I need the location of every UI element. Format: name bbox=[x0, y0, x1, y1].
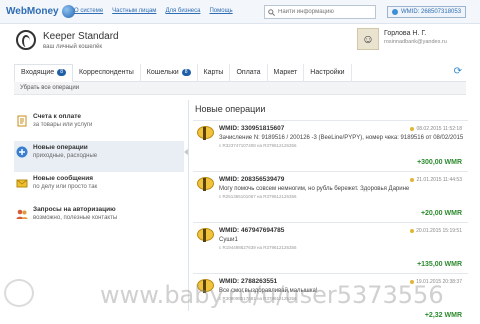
operation-route: с R323747107408 на R379612126356 bbox=[219, 143, 297, 148]
operation-route: с R194498627639 на R379612126356 bbox=[219, 245, 297, 250]
status-dot-icon bbox=[410, 127, 415, 131]
sidebar-item-title: Запросы на авторизацию bbox=[33, 206, 116, 213]
top-bar: WebMoney О системе Частным лицам Для биз… bbox=[0, 0, 480, 24]
wmid-label: WMID: 268507318053 bbox=[401, 9, 462, 15]
tab-label: Карты bbox=[203, 69, 224, 76]
operation-description: Могу помочь совсем немногим, но рубль бе… bbox=[219, 186, 410, 192]
sidebar: Счета к оплате за товары или услуги Новые… bbox=[14, 110, 184, 234]
wmid-icon bbox=[392, 9, 398, 15]
bee-icon bbox=[197, 177, 214, 191]
nav-personal-link[interactable]: Частным лицам bbox=[112, 8, 156, 14]
sidebar-item-subtitle: приходные, расходные bbox=[33, 153, 98, 159]
envelope-icon bbox=[16, 179, 28, 188]
operation-date-text: 21.01.2015 11:44:53 bbox=[416, 177, 462, 183]
refresh-icon[interactable]: ⟳ bbox=[454, 66, 462, 77]
remove-all-operations-link[interactable]: Убрать все операции bbox=[14, 82, 466, 95]
logo-text: WebMoney bbox=[6, 6, 59, 17]
tab-badge: 8 bbox=[181, 69, 191, 76]
operation-description: Зачисление N: 9189516 / 200126 -3 (BeeLi… bbox=[219, 135, 464, 141]
webmoney-logo[interactable]: WebMoney bbox=[6, 5, 75, 18]
search-icon[interactable] bbox=[268, 8, 275, 16]
wmid-button[interactable]: WMID: 268507318053 bbox=[387, 6, 467, 18]
operation-date-text: 20.01.2015 15:19:51 bbox=[416, 228, 462, 234]
operation-route: с R251365101067 на R379612126356 bbox=[219, 194, 297, 199]
invoice-icon bbox=[17, 115, 27, 127]
tab-inbox[interactable]: Входящие 8 bbox=[14, 63, 73, 82]
list-item[interactable]: WMID: 467947694785 20.01.2015 15:19:51 С… bbox=[193, 222, 468, 273]
operation-date: 08.02.2015 11:52:18 bbox=[410, 126, 462, 132]
users-icon bbox=[16, 209, 28, 219]
nav-help-link[interactable]: Помощь bbox=[209, 8, 232, 14]
top-nav: О системе Частным лицам Для бизнеса Помо… bbox=[74, 8, 233, 14]
operation-amount: +20,00 WMR bbox=[420, 210, 462, 217]
search-input[interactable] bbox=[278, 9, 373, 15]
tab-label: Корреспонденты bbox=[78, 69, 134, 76]
tab-label: Настройки bbox=[310, 69, 345, 76]
sidebar-item-subtitle: возможно, полезные контакты bbox=[33, 215, 118, 221]
operation-date: 21.01.2015 11:44:53 bbox=[410, 177, 462, 183]
operation-amount: +135,00 WMR bbox=[417, 261, 462, 268]
operation-amount: +2,32 WMR bbox=[424, 312, 462, 319]
tab-badge: 8 bbox=[57, 69, 66, 76]
tab-label: Входящие bbox=[21, 69, 55, 76]
operation-date: 20.01.2015 15:19:51 bbox=[410, 228, 462, 234]
sidebar-item-subtitle: по делу или просто так bbox=[33, 184, 98, 190]
bee-icon bbox=[197, 126, 214, 140]
tab-correspondents[interactable]: Корреспонденты bbox=[73, 63, 141, 82]
user-email: rosinnadbank@yandex.ru bbox=[384, 39, 447, 45]
sidebar-item-operations[interactable]: Новые операции приходные, расходные bbox=[14, 141, 184, 172]
keeper-title: Keeper Standard bbox=[43, 30, 119, 42]
tab-market[interactable]: Маркет bbox=[268, 63, 305, 82]
keeper-logo-icon bbox=[16, 30, 36, 50]
tab-label: Маркет bbox=[273, 69, 298, 76]
tab-wallets[interactable]: Кошельки 8 bbox=[141, 63, 198, 82]
watermark: www.baby.ru/u/user5373556 bbox=[100, 281, 444, 309]
watermark-logo-icon bbox=[4, 279, 34, 307]
search-box bbox=[264, 5, 376, 19]
tab-label: Кошельки bbox=[146, 69, 179, 76]
tab-payment[interactable]: Оплата bbox=[230, 63, 268, 82]
main-tabs: Входящие 8 Корреспонденты Кошельки 8 Кар… bbox=[14, 63, 466, 82]
operation-date-text: 08.02.2015 11:52:18 bbox=[416, 126, 462, 132]
nav-business-link[interactable]: Для бизнеса bbox=[165, 8, 200, 14]
tab-cards[interactable]: Карты bbox=[198, 63, 231, 82]
sidebar-item-subtitle: за товары или услуги bbox=[33, 122, 93, 128]
operation-amount: +300,00 WMR bbox=[417, 159, 462, 166]
page-title: Новые операции bbox=[195, 104, 266, 114]
keeper-header: Keeper Standard ваш личный кошелёк bbox=[16, 30, 119, 50]
tab-settings[interactable]: Настройки bbox=[304, 63, 352, 82]
status-dot-icon bbox=[410, 229, 415, 233]
sidebar-item-invoices[interactable]: Счета к оплате за товары или услуги bbox=[14, 110, 184, 141]
list-item[interactable]: WMID: 208356539479 21.01.2015 11:44:53 М… bbox=[193, 171, 468, 222]
keeper-subtitle: ваш личный кошелёк bbox=[43, 43, 103, 50]
list-item[interactable]: WMID: 330951815607 08.02.2015 11:52:18 З… bbox=[193, 120, 468, 171]
user-name: Горлова Н. Г. bbox=[384, 30, 427, 37]
status-dot-icon bbox=[410, 178, 415, 182]
globe-icon bbox=[61, 5, 75, 18]
nav-about-link[interactable]: О системе bbox=[74, 8, 103, 14]
operation-description: Суши1 bbox=[219, 237, 238, 243]
sidebar-item-title: Новые сообщения bbox=[33, 175, 94, 182]
sidebar-item-messages[interactable]: Новые сообщения по делу или просто так bbox=[14, 172, 184, 203]
avatar[interactable]: ☺ bbox=[357, 28, 379, 50]
sidebar-item-auth-requests[interactable]: Запросы на авторизацию возможно, полезные… bbox=[14, 203, 184, 234]
bee-icon bbox=[197, 228, 214, 242]
sidebar-item-title: Счета к оплате bbox=[33, 113, 82, 120]
operations-icon bbox=[16, 146, 28, 158]
user-profile[interactable]: ☺ Горлова Н. Г. rosinnadbank@yandex.ru bbox=[357, 28, 447, 50]
tab-label: Оплата bbox=[236, 69, 261, 76]
divider bbox=[188, 100, 189, 311]
sidebar-item-title: Новые операции bbox=[33, 144, 88, 151]
